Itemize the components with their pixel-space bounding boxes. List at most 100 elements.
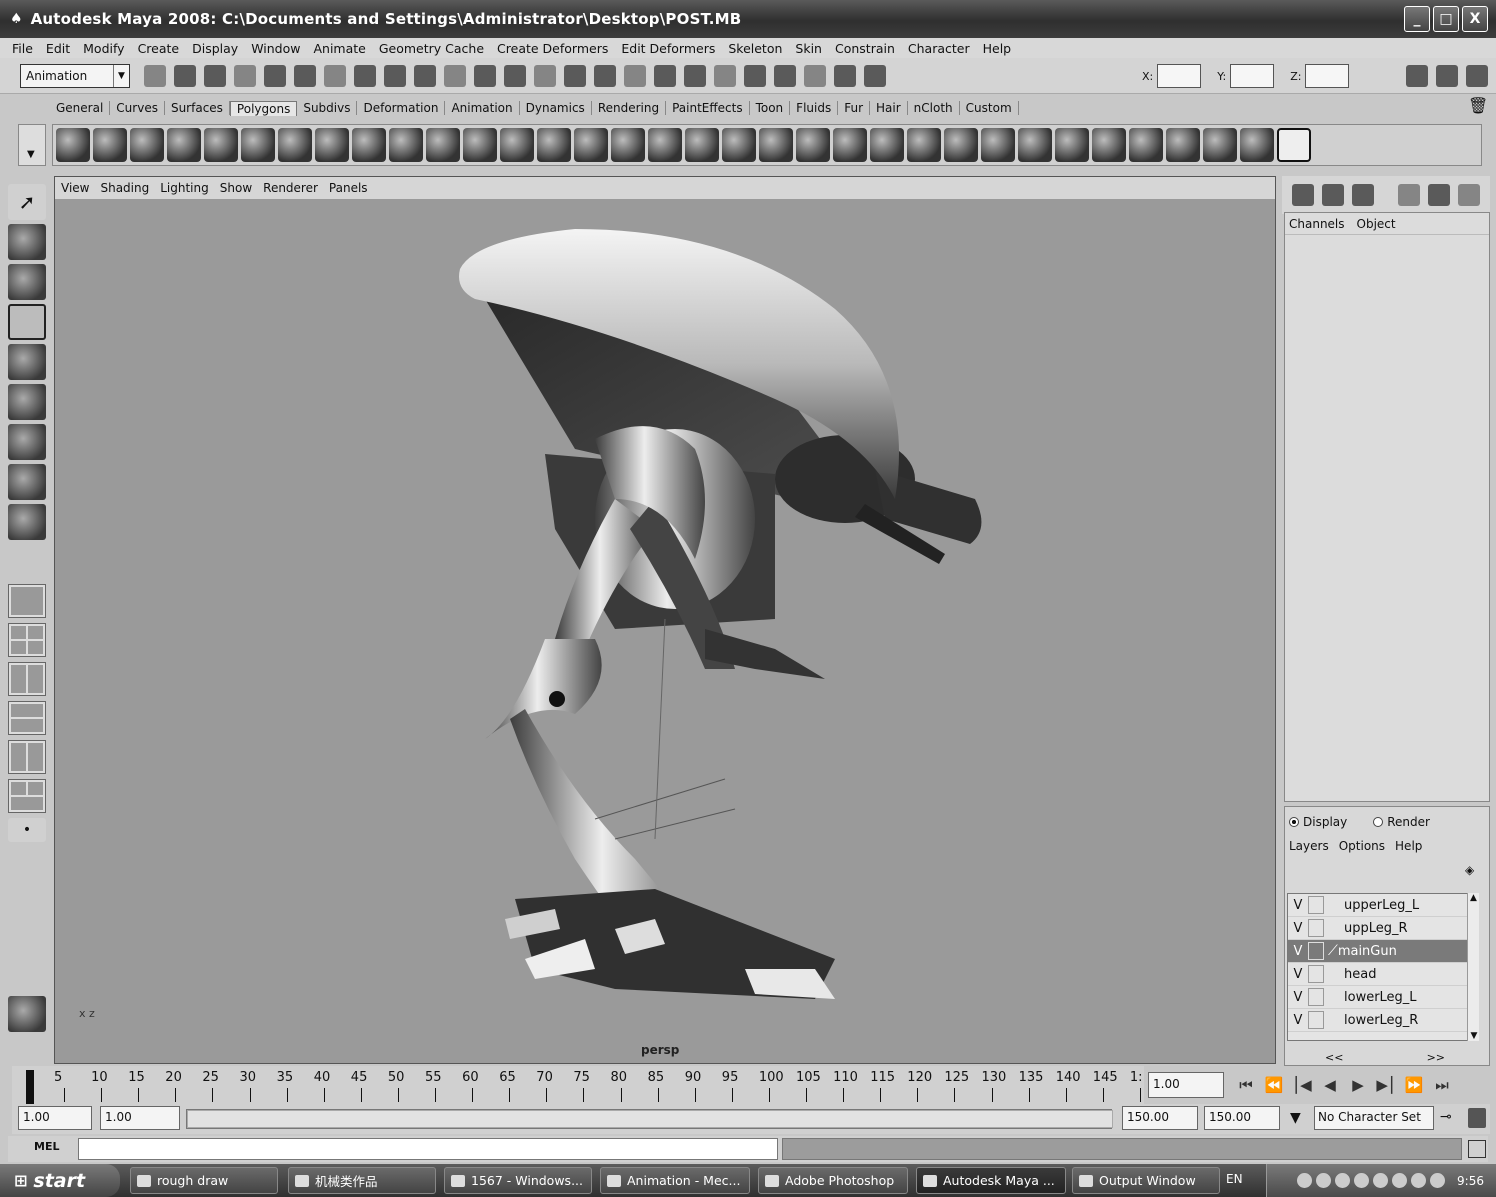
menu-animate[interactable]: Animate	[313, 41, 365, 56]
hypershade-persp-layout-icon[interactable]	[8, 740, 46, 774]
select-by-component-icon[interactable]	[294, 65, 316, 87]
persp-graph-layout-icon[interactable]	[8, 701, 46, 735]
tray-security-icon[interactable]	[1316, 1173, 1332, 1188]
menu-character[interactable]: Character	[908, 41, 970, 56]
current-time-marker[interactable]	[26, 1070, 34, 1104]
channel-box-menu-channels[interactable]: Channels	[1289, 217, 1345, 231]
collapse-icon[interactable]	[907, 128, 941, 162]
layer-row[interactable]: V lowerLeg_L	[1288, 986, 1476, 1009]
soft-modification-icon[interactable]	[8, 464, 46, 500]
minimize-button[interactable]: _	[1404, 6, 1430, 32]
smooth-icon[interactable]	[500, 128, 534, 162]
shelf-tab-ncloth[interactable]: nCloth	[908, 101, 960, 115]
bridge-icon[interactable]	[648, 128, 682, 162]
cylindrical-mapping-icon[interactable]	[1166, 128, 1200, 162]
step-back-key-icon[interactable]: ⏪	[1260, 1073, 1288, 1097]
play-backwards-icon[interactable]: ◀	[1316, 1073, 1344, 1097]
layout-more-icon[interactable]: •	[8, 818, 46, 842]
layer-visibility-toggle[interactable]: V	[1288, 921, 1308, 936]
menu-display[interactable]: Display	[192, 41, 238, 56]
snap-grid-icon[interactable]	[354, 65, 376, 87]
layer-visibility-toggle[interactable]: V	[1288, 944, 1308, 959]
layer-row[interactable]: V uppLeg_R	[1288, 917, 1476, 940]
shelf-tab-animation[interactable]: Animation	[445, 101, 520, 115]
menu-create[interactable]: Create	[138, 41, 180, 56]
layer-menu-help[interactable]: Help	[1395, 839, 1422, 853]
channel-box-view-icon[interactable]	[1292, 184, 1314, 206]
tray-ime-icon[interactable]	[1373, 1173, 1389, 1188]
viewport-menu-view[interactable]: View	[61, 181, 89, 195]
poly-plane-icon[interactable]	[204, 128, 238, 162]
ipr-render-icon[interactable]	[654, 65, 676, 87]
bevel-icon[interactable]	[833, 128, 867, 162]
z-field[interactable]	[1305, 64, 1350, 88]
ipr-icon[interactable]	[804, 65, 826, 87]
shelf-tab-surfaces[interactable]: Surfaces	[165, 101, 230, 115]
save-scene-icon[interactable]	[204, 65, 226, 87]
rotate-tool-icon[interactable]	[8, 344, 46, 380]
shelf-tab-deformation[interactable]: Deformation	[357, 101, 446, 115]
channel-box-menu-object[interactable]: Object	[1357, 217, 1396, 231]
create-layer-icon[interactable]: ◈	[1465, 863, 1487, 883]
layer-type-toggle[interactable]	[1308, 988, 1324, 1006]
render-frame-icon[interactable]	[624, 65, 646, 87]
merge-icon[interactable]	[870, 128, 904, 162]
playback-end-field[interactable]: 150.00	[1122, 1106, 1198, 1130]
range-slider-thumb[interactable]	[187, 1110, 1113, 1128]
tool-settings-icon[interactable]	[1436, 65, 1458, 87]
menu-help[interactable]: Help	[983, 41, 1012, 56]
layer-list-scrollbar[interactable]: ▲ ▼	[1467, 893, 1479, 1041]
poly-torus-icon[interactable]	[241, 128, 275, 162]
poly-cube-icon[interactable]	[93, 128, 127, 162]
close-button[interactable]: X	[1462, 6, 1488, 32]
tool-settings-toggle-icon[interactable]	[1398, 184, 1420, 206]
extract-icon[interactable]	[463, 128, 497, 162]
render-settings-icon[interactable]	[684, 65, 706, 87]
split-polygon-icon[interactable]	[722, 128, 756, 162]
shelf-tab-hair[interactable]: Hair	[870, 101, 908, 115]
select-by-hierarchy-icon[interactable]	[234, 65, 256, 87]
viewport-menu-lighting[interactable]: Lighting	[160, 181, 209, 195]
poly-cylinder-icon[interactable]	[130, 128, 164, 162]
viewport-menu-show[interactable]: Show	[220, 181, 252, 195]
shelf-tab-toon[interactable]: Toon	[750, 101, 791, 115]
command-input[interactable]	[78, 1138, 778, 1160]
go-to-end-icon[interactable]: ⏭	[1428, 1073, 1456, 1097]
animation-preferences-icon[interactable]	[1468, 1108, 1486, 1128]
poly-helix-icon[interactable]	[352, 128, 386, 162]
menu-create-deformers[interactable]: Create Deformers	[497, 41, 608, 56]
four-view-layout-icon[interactable]	[8, 623, 46, 657]
wedge-icon[interactable]	[944, 128, 978, 162]
taskbar-item-rough-draw[interactable]: rough draw	[130, 1167, 278, 1194]
extrude-icon[interactable]	[611, 128, 645, 162]
shelf-tab-curves[interactable]: Curves	[110, 101, 165, 115]
menu-modify[interactable]: Modify	[83, 41, 124, 56]
menu-window[interactable]: Window	[251, 41, 300, 56]
layer-type-toggle[interactable]	[1308, 1011, 1324, 1029]
menu-skin[interactable]: Skin	[795, 41, 822, 56]
step-forward-key-icon[interactable]: ⏩	[1400, 1073, 1428, 1097]
lock-icon[interactable]	[564, 65, 586, 87]
scroll-down-icon[interactable]: ▼	[1468, 1031, 1480, 1041]
menu-edit-deformers[interactable]: Edit Deformers	[621, 41, 715, 56]
channel-box-icon[interactable]	[1466, 65, 1488, 87]
layer-visibility-toggle[interactable]: V	[1288, 990, 1308, 1005]
shelf-tab-rendering[interactable]: Rendering	[592, 101, 667, 115]
mirror-icon[interactable]	[574, 128, 608, 162]
character-set-dropdown-icon[interactable]: ▼	[1290, 1110, 1301, 1126]
layer-menu-layers[interactable]: Layers	[1289, 839, 1329, 853]
separate-icon[interactable]	[426, 128, 460, 162]
shelf-tab-fluids[interactable]: Fluids	[790, 101, 839, 115]
attribute-editor-toggle-icon[interactable]	[1352, 184, 1374, 206]
go-to-start-icon[interactable]: ⏮	[1232, 1073, 1260, 1097]
menu-constrain[interactable]: Constrain	[835, 41, 895, 56]
layer-next-button[interactable]: >>	[1427, 1051, 1445, 1064]
sculpt-geometry-icon[interactable]	[1092, 128, 1126, 162]
command-language-label[interactable]: MEL	[34, 1140, 59, 1153]
uv-texture-editor-icon[interactable]	[1277, 128, 1311, 162]
time-slider[interactable]: 5 10 15 20 25 30 35 40 45 50 55 60 65 70 75 80 85 90 95 100…	[12, 1066, 1144, 1106]
snap-curve-icon[interactable]	[384, 65, 406, 87]
layer-row-selected[interactable]: V ⟋mainGun	[1288, 940, 1476, 963]
taskbar-item-mechanical-works[interactable]: 机械类作品	[288, 1167, 436, 1194]
menu-geometry-cache[interactable]: Geometry Cache	[379, 41, 484, 56]
